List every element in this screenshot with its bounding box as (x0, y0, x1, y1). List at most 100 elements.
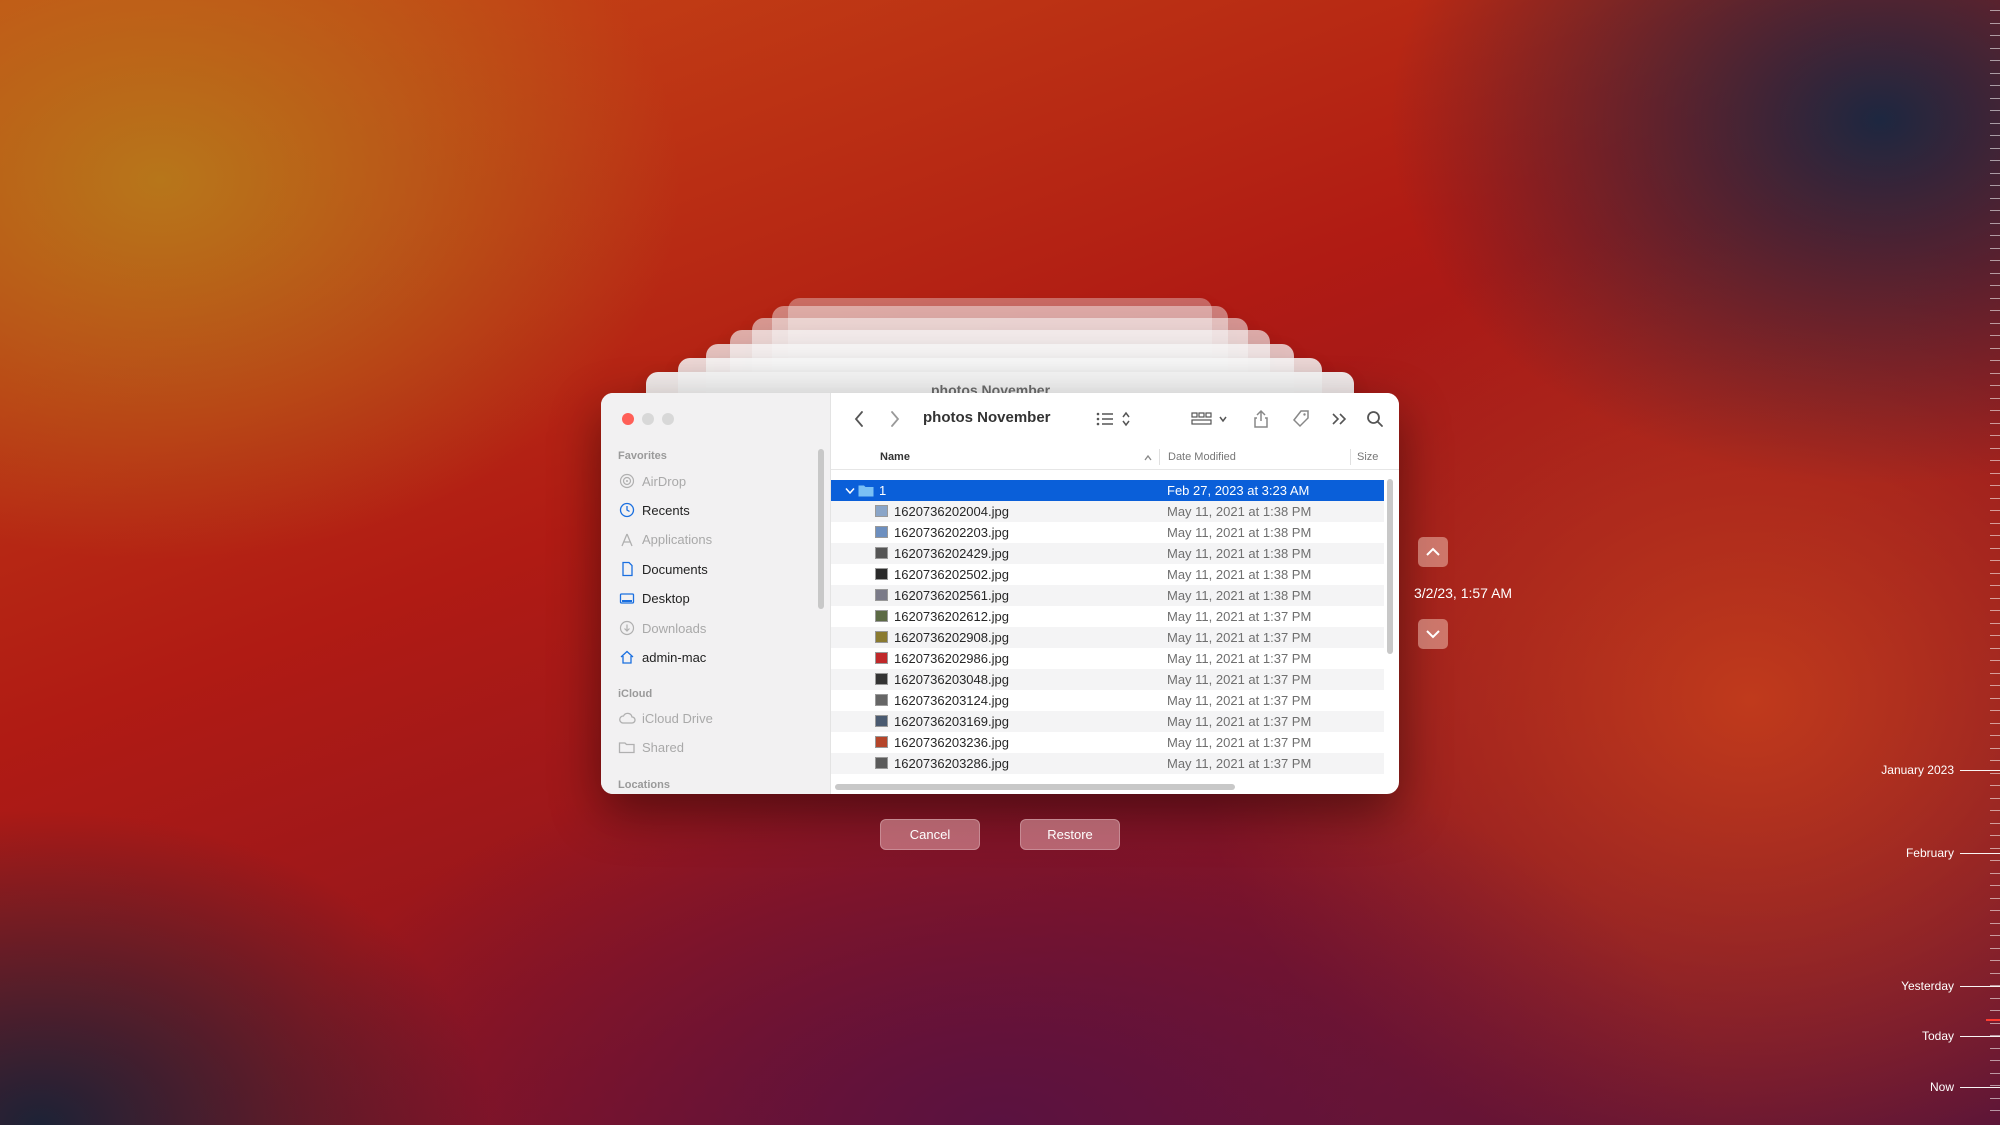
next-snapshot-button[interactable] (1418, 619, 1448, 649)
file-row[interactable]: 1620736202502.jpg May 11, 2021 at 1:38 PM (831, 564, 1384, 585)
file-name: 1 (879, 483, 887, 498)
timeline-current-marker (1986, 1019, 2000, 1021)
back-button[interactable] (847, 407, 871, 431)
share-button[interactable] (1249, 407, 1273, 431)
minimize-button[interactable] (642, 413, 654, 425)
more-button[interactable] (1327, 407, 1351, 431)
timeline-tick (1990, 373, 2000, 374)
timeline-tick (1990, 260, 2000, 261)
timeline-tick (1990, 473, 2000, 474)
file-row[interactable]: 1620736203124.jpg May 11, 2021 at 1:37 PM (831, 690, 1384, 711)
timeline-tick (1990, 810, 2000, 811)
timeline-tick (1990, 423, 2000, 424)
timeline[interactable]: January 2023 February Yesterday Today Now (1850, 0, 2000, 1125)
file-row[interactable]: 1620736203286.jpg May 11, 2021 at 1:37 PM (831, 753, 1384, 774)
file-date-modified: May 11, 2021 at 1:38 PM (1167, 588, 1312, 603)
timeline-tick (1990, 285, 2000, 286)
timeline-tick (1990, 698, 2000, 699)
close-button[interactable] (622, 413, 634, 425)
timeline-tick (1990, 385, 2000, 386)
tag-button[interactable] (1289, 407, 1313, 431)
file-name: 1620736203169.jpg (894, 714, 1009, 729)
sidebar-scrollbar[interactable] (818, 449, 824, 609)
timeline-tick (1990, 848, 2000, 849)
file-row[interactable]: 1620736203169.jpg May 11, 2021 at 1:37 PM (831, 711, 1384, 732)
sidebar-item-downloads[interactable]: Downloads (618, 617, 706, 639)
timeline-tick (1990, 148, 2000, 149)
folder-icon (858, 485, 874, 497)
search-button[interactable] (1363, 407, 1387, 431)
timeline-tick (1990, 835, 2000, 836)
timeline-tick (1990, 585, 2000, 586)
file-name: 1620736203286.jpg (894, 756, 1009, 771)
column-name[interactable]: Name (880, 451, 910, 463)
cancel-button[interactable]: Cancel (880, 819, 980, 850)
timeline-label[interactable]: January 2023 (1881, 763, 1954, 777)
previous-snapshot-button[interactable] (1418, 537, 1448, 567)
sidebar-item-recents[interactable]: Recents (618, 499, 690, 521)
file-date-modified: May 11, 2021 at 1:37 PM (1167, 735, 1312, 750)
file-row[interactable]: 1620736202908.jpg May 11, 2021 at 1:37 PM (831, 627, 1384, 648)
folder-row[interactable]: 1 Feb 27, 2023 at 3:23 AM (831, 480, 1384, 501)
file-row[interactable]: 1620736202429.jpg May 11, 2021 at 1:38 PM (831, 543, 1384, 564)
timeline-tick (1990, 673, 2000, 674)
image-thumbnail-icon (875, 736, 888, 748)
sidebar-item-icloud-drive[interactable]: iCloud Drive (618, 707, 713, 729)
timeline-label[interactable]: Today (1922, 1029, 1954, 1043)
timeline-label[interactable]: Yesterday (1901, 979, 1954, 993)
timeline-label[interactable]: Now (1930, 1080, 1954, 1094)
disclosure-chevron-icon[interactable] (845, 487, 855, 495)
image-thumbnail-icon (875, 589, 888, 601)
column-date-modified[interactable]: Date Modified (1168, 451, 1236, 463)
file-date-modified: May 11, 2021 at 1:37 PM (1167, 672, 1312, 687)
timeline-tick (1990, 760, 2000, 761)
sidebar-item-shared[interactable]: Shared (618, 736, 684, 758)
file-row[interactable]: 1620736203048.jpg May 11, 2021 at 1:37 PM (831, 669, 1384, 690)
forward-button[interactable] (883, 407, 907, 431)
image-thumbnail-icon (875, 694, 888, 706)
file-name: 1620736203124.jpg (894, 693, 1009, 708)
finder-window[interactable]: Favorites AirDrop Recents Applications Docu… (601, 393, 1399, 794)
file-row[interactable]: 1620736203236.jpg May 11, 2021 at 1:37 PM (831, 732, 1384, 753)
sidebar-item-applications[interactable]: Applications (618, 529, 712, 551)
search-icon (1367, 411, 1383, 427)
file-name: 1620736203236.jpg (894, 735, 1009, 750)
view-mode-button[interactable] (1095, 407, 1137, 431)
sidebar-item-airdrop[interactable]: AirDrop (618, 470, 686, 492)
timeline-label[interactable]: February (1906, 846, 1954, 860)
timeline-tick (1990, 198, 2000, 199)
timeline-tick (1990, 685, 2000, 686)
file-row[interactable]: 1620736202561.jpg May 11, 2021 at 1:38 PM (831, 585, 1384, 606)
column-size[interactable]: Size (1357, 451, 1378, 463)
file-date-modified: May 11, 2021 at 1:38 PM (1167, 567, 1312, 582)
timeline-tick (1990, 1098, 2000, 1099)
file-name: 1620736203048.jpg (894, 672, 1009, 687)
column-header: Name Date Modified Size (831, 445, 1399, 470)
sidebar-item-desktop[interactable]: Desktop (618, 588, 690, 610)
list-vertical-scrollbar[interactable] (1387, 479, 1393, 654)
sidebar-item-documents[interactable]: Documents (618, 558, 708, 580)
timeline-tick (1990, 935, 2000, 936)
list-horizontal-scrollbar[interactable] (835, 784, 1235, 790)
timeline-tick (1990, 1073, 2000, 1074)
file-row[interactable]: 1620736202986.jpg May 11, 2021 at 1:37 PM (831, 648, 1384, 669)
file-row[interactable]: 1620736202612.jpg May 11, 2021 at 1:37 PM (831, 606, 1384, 627)
file-row[interactable]: 1620736202004.jpg May 11, 2021 at 1:38 PM (831, 501, 1384, 522)
timeline-tick (1990, 310, 2000, 311)
group-button[interactable] (1191, 407, 1231, 431)
timeline-tick (1990, 735, 2000, 736)
timeline-tick (1990, 998, 2000, 999)
sidebar-item-admin-mac[interactable]: admin-mac (618, 646, 706, 668)
restore-button[interactable]: Restore (1020, 819, 1120, 850)
cloud-icon (618, 709, 636, 727)
timeline-tick (1990, 860, 2000, 861)
timeline-tick (1990, 485, 2000, 486)
share-icon (1254, 409, 1268, 428)
timeline-tick (1990, 973, 2000, 974)
zoom-button[interactable] (662, 413, 674, 425)
timeline-tick (1990, 648, 2000, 649)
file-row[interactable]: 1620736202203.jpg May 11, 2021 at 1:38 PM (831, 522, 1384, 543)
chevron-down-icon (1426, 630, 1440, 639)
timeline-tick (1990, 110, 2000, 111)
timeline-major-tick (1960, 853, 2000, 854)
